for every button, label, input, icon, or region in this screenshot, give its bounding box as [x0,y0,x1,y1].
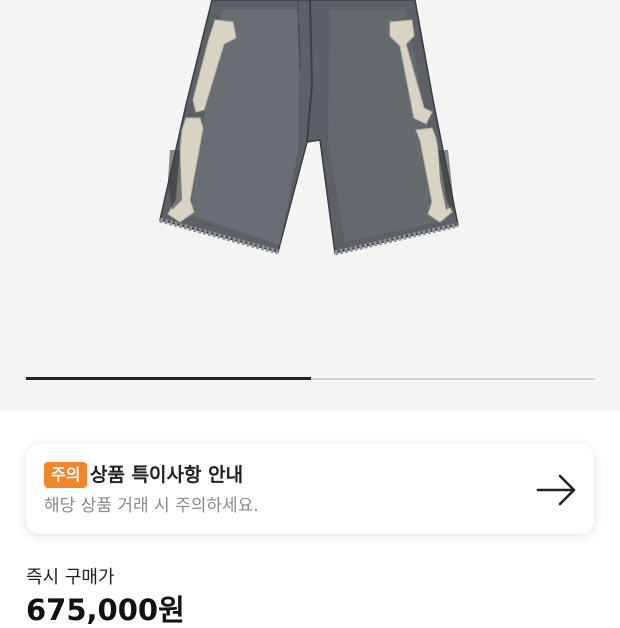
product-gallery[interactable] [0,0,620,411]
caution-badge: 주의 [44,462,88,488]
arrow-right-icon[interactable] [536,472,578,508]
product-image [159,0,459,256]
gallery-progress-track [26,377,595,380]
instant-buy-price-value: 675,000원 [26,593,185,627]
notice-description: 해당 상품 거래 시 주의하세요. [44,496,259,516]
notice-title: 상품 특이사항 안내 [90,464,244,486]
instant-buy-price-label: 즉시 구매가 [26,567,115,588]
product-notice-card[interactable]: 주의 상품 특이사항 안내 해당 상품 거래 시 주의하세요. [26,444,594,534]
gallery-progress-fill [26,377,311,380]
